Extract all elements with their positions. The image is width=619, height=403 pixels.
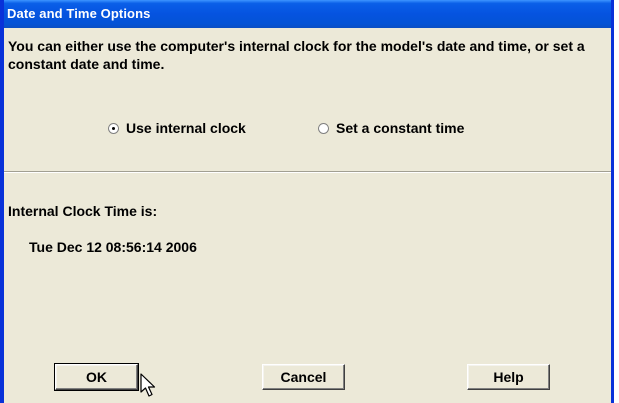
ok-button[interactable]: OK [54, 363, 139, 391]
separator [4, 171, 611, 173]
radio-label-constant-time: Set a constant time [336, 120, 465, 136]
clock-source-radio-group: Use internal clock Set a constant time [4, 120, 611, 140]
radio-use-internal-clock[interactable]: Use internal clock [108, 120, 246, 136]
dialog-title: Date and Time Options [7, 6, 151, 21]
clock-time-value: Tue Dec 12 08:56:14 2006 [29, 239, 197, 255]
radio-label-internal-clock: Use internal clock [126, 120, 246, 136]
radio-checked-icon[interactable] [108, 122, 119, 134]
radio-set-constant-time[interactable]: Set a constant time [318, 120, 464, 136]
radio-unchecked-icon[interactable] [318, 122, 329, 134]
date-time-options-dialog: Date and Time Options You can either use… [0, 0, 614, 403]
description-text: You can either use the computer's intern… [8, 38, 585, 72]
help-button[interactable]: Help [467, 364, 550, 390]
arrow-pointer-icon [140, 373, 156, 397]
cancel-button[interactable]: Cancel [262, 364, 345, 390]
title-bar[interactable]: Date and Time Options [4, 0, 611, 28]
clock-time-label: Internal Clock Time is: [8, 203, 158, 219]
